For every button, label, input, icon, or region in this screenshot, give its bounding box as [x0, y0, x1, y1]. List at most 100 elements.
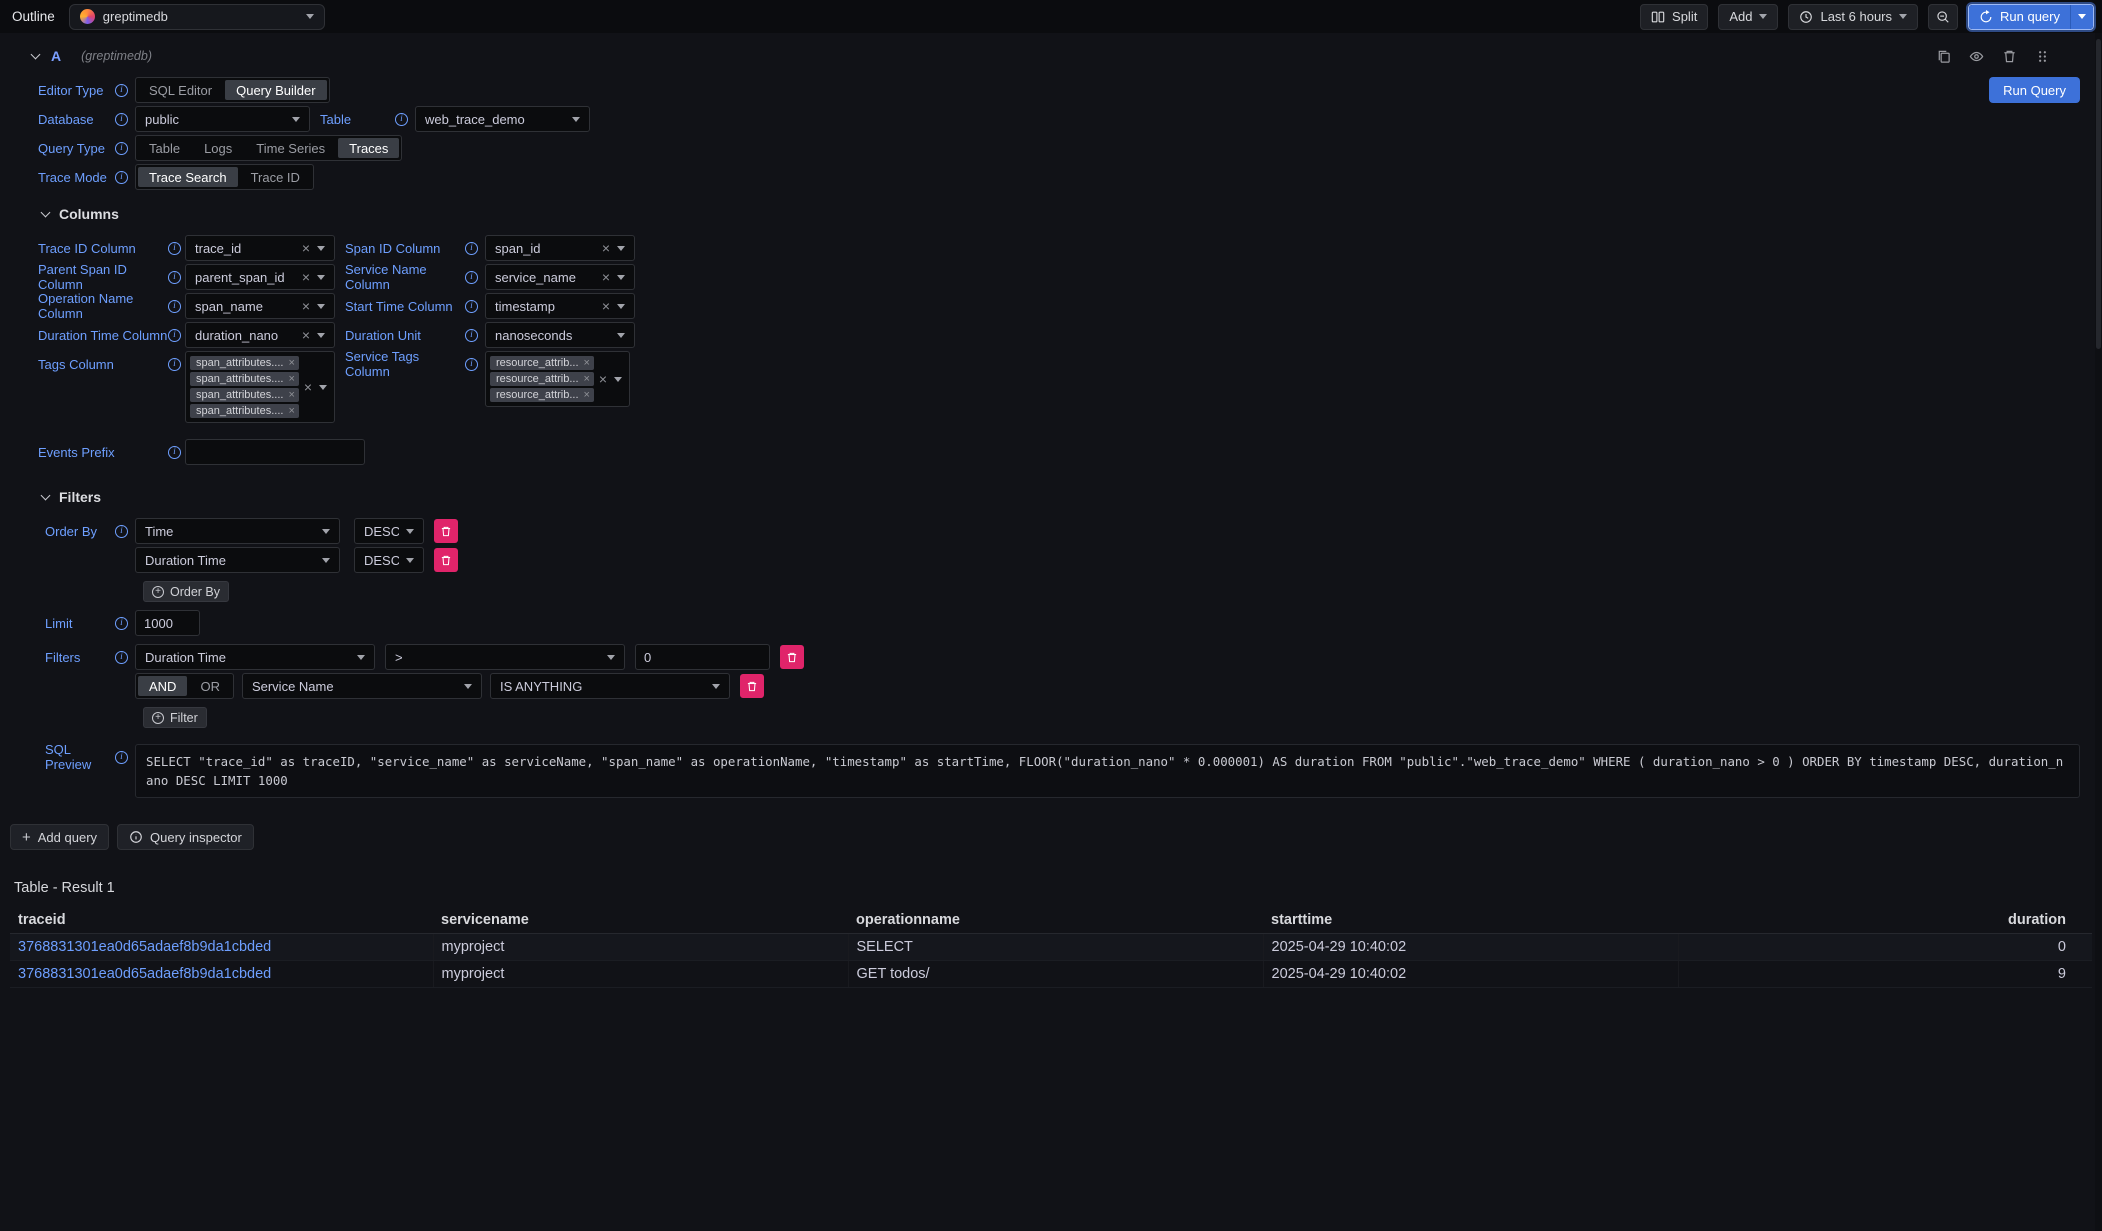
column-header-servicename[interactable]: servicename [433, 908, 848, 933]
add-dropdown[interactable]: Add [1718, 4, 1778, 30]
drag-handle-icon[interactable] [2035, 49, 2050, 64]
tag-chip[interactable]: span_attributes.... [190, 372, 299, 386]
clear-all-icon[interactable] [304, 380, 312, 394]
query-ref-id[interactable]: A [51, 48, 61, 64]
clear-icon[interactable] [602, 270, 610, 284]
filter-operator-select[interactable]: > [385, 644, 625, 670]
order-by-direction-select-2[interactable]: DESC [354, 547, 424, 573]
trace-id-link[interactable]: 3768831301ea0d65adaef8b9da1cbded [18, 939, 271, 955]
order-by-direction-select-1[interactable]: DESC [354, 518, 424, 544]
add-order-by-button[interactable]: Order By [143, 581, 229, 602]
service-name-column-select[interactable]: service_name [485, 264, 635, 290]
info-icon[interactable] [465, 358, 478, 371]
remove-tag-icon[interactable] [584, 374, 590, 385]
time-range-picker[interactable]: Last 6 hours [1788, 4, 1918, 30]
info-icon[interactable] [115, 142, 128, 155]
info-icon[interactable] [465, 300, 478, 313]
remove-tag-icon[interactable] [288, 390, 294, 401]
filters-section-header[interactable]: Filters [42, 489, 2080, 505]
collapse-chevron-icon[interactable] [31, 49, 41, 59]
clear-icon[interactable] [602, 299, 610, 313]
clear-icon[interactable] [302, 270, 310, 284]
remove-tag-icon[interactable] [288, 358, 294, 369]
parent-span-id-column-select[interactable]: parent_span_id [185, 264, 335, 290]
filter-value-input[interactable] [635, 644, 770, 670]
span-id-column-select[interactable]: span_id [485, 235, 635, 261]
trace-id-column-select[interactable]: trace_id [185, 235, 335, 261]
info-icon[interactable] [115, 651, 128, 664]
service-tags-column-multiselect[interactable]: resource_attrib... resource_attrib... re… [485, 351, 630, 407]
run-query-editor-button[interactable]: Run Query [1989, 77, 2080, 103]
remove-tag-icon[interactable] [584, 390, 590, 401]
order-by-field-select-1[interactable]: Time [135, 518, 340, 544]
remove-tag-icon[interactable] [584, 358, 590, 369]
column-header-duration[interactable]: duration [1678, 908, 2092, 933]
info-icon[interactable] [465, 242, 478, 255]
filter-remove-button-1[interactable] [780, 645, 804, 669]
column-header-operationname[interactable]: operationname [848, 908, 1263, 933]
tag-chip[interactable]: span_attributes.... [190, 388, 299, 402]
info-icon[interactable] [168, 358, 181, 371]
service-tag-chip[interactable]: resource_attrib... [490, 372, 594, 386]
info-icon[interactable] [115, 525, 128, 538]
database-select[interactable]: public [135, 106, 310, 132]
info-icon[interactable] [168, 329, 181, 342]
clear-all-icon[interactable] [599, 372, 607, 386]
duplicate-query-icon[interactable] [1936, 49, 1951, 64]
logic-or-option[interactable]: OR [189, 676, 231, 696]
editor-type-sql-editor[interactable]: SQL Editor [138, 80, 223, 100]
tag-chip[interactable]: span_attributes.... [190, 404, 299, 418]
column-header-starttime[interactable]: starttime [1263, 908, 1678, 933]
filter-field-select[interactable]: Duration Time [135, 644, 375, 670]
table-select[interactable]: web_trace_demo [415, 106, 590, 132]
start-time-column-select[interactable]: timestamp [485, 293, 635, 319]
info-icon[interactable] [465, 271, 478, 284]
hide-query-eye-icon[interactable] [1969, 49, 1984, 64]
zoom-out-button[interactable] [1928, 4, 1958, 30]
trace-id-link[interactable]: 3768831301ea0d65adaef8b9da1cbded [18, 966, 271, 982]
run-query-button[interactable]: Run query [1969, 5, 2070, 29]
is-anything-operator-select[interactable]: IS ANYTHING [490, 673, 730, 699]
query-inspector-button[interactable]: Query inspector [117, 824, 254, 850]
add-filter-button[interactable]: Filter [143, 707, 207, 728]
duration-time-column-select[interactable]: duration_nano [185, 322, 335, 348]
order-by-remove-button-1[interactable] [434, 519, 458, 543]
operation-name-column-select[interactable]: span_name [185, 293, 335, 319]
logic-and-option[interactable]: AND [138, 676, 187, 696]
remove-tag-icon[interactable] [288, 374, 294, 385]
columns-section-header[interactable]: Columns [42, 206, 2080, 222]
info-icon[interactable] [395, 113, 408, 126]
info-icon[interactable] [168, 271, 181, 284]
split-button[interactable]: Split [1640, 4, 1708, 30]
clear-icon[interactable] [302, 241, 310, 255]
info-icon[interactable] [115, 617, 128, 630]
limit-input[interactable] [135, 610, 200, 636]
scrollbar[interactable] [2095, 33, 2102, 1231]
duration-unit-select[interactable]: nanoseconds [485, 322, 635, 348]
info-icon[interactable] [115, 751, 128, 764]
order-by-remove-button-2[interactable] [434, 548, 458, 572]
info-icon[interactable] [115, 113, 128, 126]
query-type-logs[interactable]: Logs [193, 138, 243, 158]
info-icon[interactable] [168, 446, 181, 459]
remove-tag-icon[interactable] [288, 406, 294, 417]
service-name-filter-select[interactable]: Service Name [242, 673, 482, 699]
clear-icon[interactable] [302, 299, 310, 313]
filter-remove-button-2[interactable] [740, 674, 764, 698]
clear-icon[interactable] [602, 241, 610, 255]
clear-icon[interactable] [302, 328, 310, 342]
info-icon[interactable] [465, 329, 478, 342]
column-header-traceid[interactable]: traceid [10, 908, 433, 933]
trace-mode-trace-id[interactable]: Trace ID [240, 167, 311, 187]
info-icon[interactable] [168, 300, 181, 313]
scrollbar-thumb[interactable] [2096, 39, 2101, 349]
info-icon[interactable] [168, 242, 181, 255]
editor-type-query-builder[interactable]: Query Builder [225, 80, 326, 100]
query-type-table[interactable]: Table [138, 138, 191, 158]
order-by-field-select-2[interactable]: Duration Time [135, 547, 340, 573]
service-tag-chip[interactable]: resource_attrib... [490, 388, 594, 402]
datasource-picker[interactable]: greptimedb [69, 4, 325, 30]
events-prefix-input[interactable] [185, 439, 365, 465]
tag-chip[interactable]: span_attributes.... [190, 356, 299, 370]
tags-column-multiselect[interactable]: span_attributes.... span_attributes.... … [185, 351, 335, 423]
